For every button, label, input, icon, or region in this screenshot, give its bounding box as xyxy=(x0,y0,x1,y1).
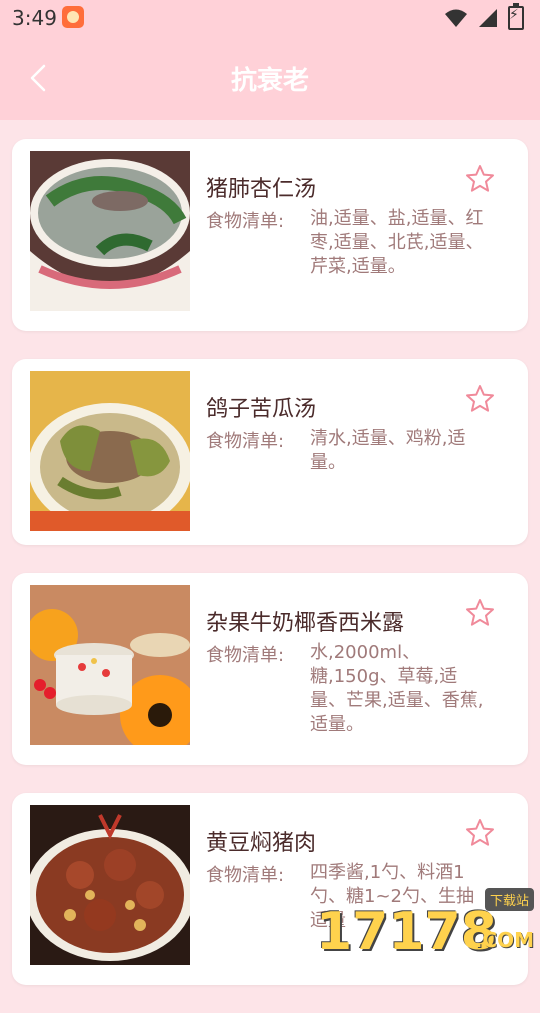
ingredients-label: 食物清单: xyxy=(206,645,285,666)
star-outline-icon xyxy=(466,165,494,192)
soup-bowl-image xyxy=(30,151,190,311)
star-outline-icon xyxy=(466,599,494,626)
watermark-badge: 下载站 xyxy=(484,888,534,911)
recipe-name: 猪肺杏仁汤 xyxy=(206,177,317,202)
recipe-thumbnail xyxy=(30,805,190,965)
pigeon-soup-image xyxy=(30,371,190,531)
ingredients-label: 食物清单: xyxy=(206,211,285,232)
system-icons xyxy=(444,3,524,30)
ingredients-text: 清水,适量、鸡粉,适量。 xyxy=(310,428,466,473)
watermark-domain: .COM xyxy=(474,928,534,952)
signal-icon xyxy=(479,9,497,27)
favorite-button[interactable] xyxy=(464,383,496,415)
braised-pork-image xyxy=(30,805,190,965)
sago-dessert-image xyxy=(30,585,190,745)
recipe-card[interactable]: 杂果牛奶椰香西米露 食物清单: 水,2000ml、糖,150g、草莓,适量、芒果… xyxy=(12,573,528,765)
recipe-name: 鸽子苦瓜汤 xyxy=(206,397,317,422)
recipe-name: 杂果牛奶椰香西米露 xyxy=(206,611,405,636)
wifi-icon xyxy=(445,9,467,27)
app-notification-icon xyxy=(62,6,84,28)
favorite-button[interactable] xyxy=(464,163,496,195)
ingredients-text: 水,2000ml、糖,150g、草莓,适量、芒果,适量、香蕉,适量。 xyxy=(310,642,484,735)
status-bar: 3:49 xyxy=(0,0,540,36)
favorite-button[interactable] xyxy=(464,597,496,629)
recipe-thumbnail xyxy=(30,151,190,311)
ingredients-text: 油,适量、盐,适量、红枣,适量、北芪,适量、芹菜,适量。 xyxy=(310,208,484,277)
site-watermark: 17178 下载站 .COM xyxy=(316,888,536,962)
recipe-card[interactable]: 猪肺杏仁汤 食物清单: 油,适量、盐,适量、红枣,适量、北芪,适量、芹菜,适量。 xyxy=(12,139,528,331)
watermark-number: 17178 xyxy=(316,902,497,962)
star-outline-icon xyxy=(466,385,494,412)
battery-charging-icon xyxy=(508,3,524,30)
page-title: 抗衰老 xyxy=(230,66,309,96)
star-outline-icon xyxy=(466,819,494,846)
recipe-thumbnail xyxy=(30,371,190,531)
ingredients-label: 食物清单: xyxy=(206,431,285,452)
recipe-list: 猪肺杏仁汤 食物清单: 油,适量、盐,适量、红枣,适量、北芪,适量、芹菜,适量。… xyxy=(12,139,528,1013)
top-app-bar: 抗衰老 xyxy=(0,36,540,120)
ingredients-label: 食物清单: xyxy=(206,865,285,886)
status-time: 3:49 xyxy=(12,6,57,30)
recipe-name: 黄豆焖猪肉 xyxy=(206,831,317,856)
recipe-thumbnail xyxy=(30,585,190,745)
favorite-button[interactable] xyxy=(464,817,496,849)
recipe-card[interactable]: 鸽子苦瓜汤 食物清单: 清水,适量、鸡粉,适量。 xyxy=(12,359,528,545)
